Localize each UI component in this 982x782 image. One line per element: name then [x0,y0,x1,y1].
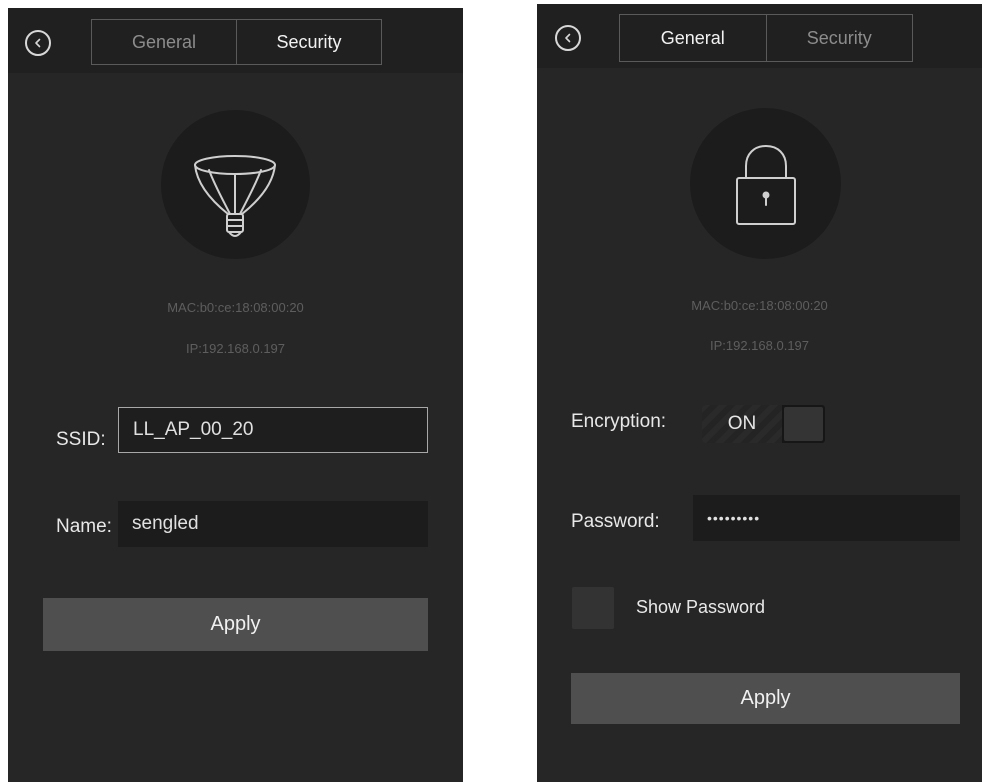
apply-button[interactable]: Apply [571,673,960,724]
encryption-label: Encryption: [571,411,667,432]
light-bulb-icon [194,155,276,237]
tab-general[interactable]: General [620,15,766,61]
security-settings-screen: General Security MAC:b0:ce:18:08:00:20 I… [537,4,982,782]
chevron-left-icon [35,38,41,48]
name-label: Name: [56,516,112,537]
tab-security[interactable]: Security [765,15,913,61]
ssid-input[interactable]: LL_AP_00_20 [118,407,428,453]
mac-address: MAC:b0:ce:18:08:00:20 [691,298,828,313]
toggle-knob [784,407,823,441]
ip-address: IP:192.168.0.197 [709,338,810,353]
tab-bar: General Security [619,14,913,62]
general-settings-screen: General Security MAC:b0:ce:18:08:00:20 I… [8,8,463,782]
top-bar: General Security [8,8,463,73]
password-label: Password: [571,511,660,532]
tab-bar: General Security [91,19,382,65]
show-password-checkbox[interactable] [572,587,614,629]
ip-address: IP:192.168.0.197 [185,341,286,356]
top-bar: General Security [537,4,982,68]
chevron-left-icon [565,33,571,43]
ssid-label: SSID: [56,429,106,450]
device-icon-circle [161,110,310,259]
toggle-state-label: ON [702,405,782,443]
name-input[interactable]: sengled [118,501,428,547]
mac-address: MAC:b0:ce:18:08:00:20 [167,300,304,315]
back-button[interactable] [25,30,51,56]
password-input[interactable]: ••••••••• [693,495,960,541]
tab-security[interactable]: Security [236,20,381,64]
show-password-label: Show Password [636,597,766,617]
encryption-toggle[interactable]: ON [702,405,825,443]
tab-general[interactable]: General [92,20,236,64]
padlock-icon [736,145,796,225]
device-icon-circle [690,108,841,259]
back-button[interactable] [555,25,581,51]
apply-button[interactable]: Apply [43,598,428,651]
